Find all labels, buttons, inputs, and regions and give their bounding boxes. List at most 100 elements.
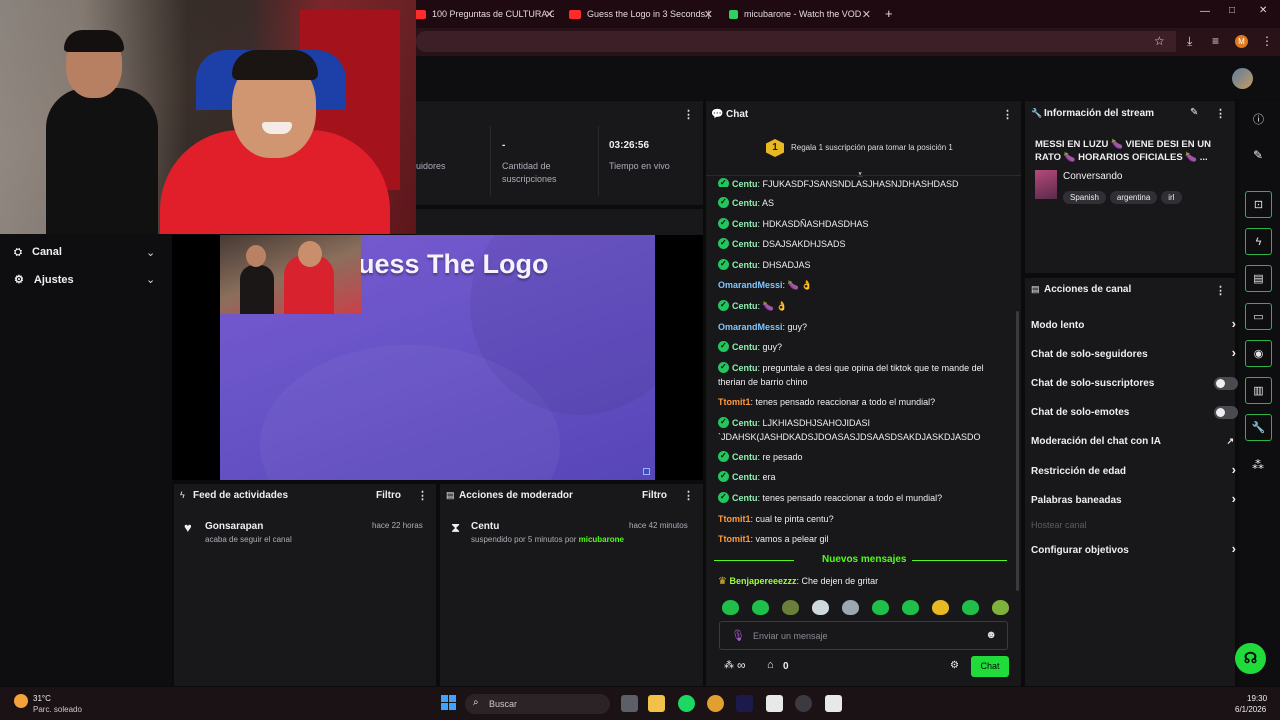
chat-username[interactable]: Centu <box>732 219 758 229</box>
edit-icon[interactable]: ✎ <box>1190 107 1198 118</box>
channel-action-4[interactable]: Moderación del chat con IA ↗ <box>1031 436 1234 447</box>
taskbar-search[interactable]: ⌕ Buscar <box>465 694 610 714</box>
chat-settings-icon[interactable]: ⚙ <box>950 660 959 671</box>
channel-action-3[interactable]: Chat de solo-emotes <box>1031 406 1238 419</box>
tag[interactable]: Spanish <box>1063 191 1106 204</box>
chat-username[interactable]: Benjapereeezzz <box>729 576 796 586</box>
chevron-right-icon[interactable]: › <box>1232 491 1236 506</box>
chat-username[interactable]: Centu <box>732 179 758 187</box>
external-link-icon[interactable]: ↗ <box>1226 436 1234 447</box>
lightning-icon[interactable]: ϟ <box>1245 228 1272 255</box>
chat-bubble-icon[interactable]: ▭ <box>1245 303 1272 330</box>
chat-username[interactable]: Centu <box>732 418 758 428</box>
mic-icon[interactable]: 🎙 <box>731 629 745 642</box>
chat-username[interactable]: Centu <box>732 452 758 462</box>
store-icon[interactable]: ⌂ <box>767 659 774 671</box>
chat-username[interactable]: Centu <box>732 363 758 373</box>
channel-action-6[interactable]: Palabras baneadas › <box>1031 491 1236 506</box>
toggle-switch[interactable] <box>1214 406 1238 419</box>
chat-scrollbar[interactable] <box>1016 311 1019 591</box>
chat-username[interactable]: OmarandMessi <box>718 280 783 290</box>
chat-username[interactable]: Centu <box>732 239 758 249</box>
windows-start-icon[interactable] <box>441 695 456 710</box>
chat-username[interactable]: Ttomit1 <box>718 514 751 524</box>
more-options-icon[interactable]: ⋮ <box>683 108 694 121</box>
browser-tab[interactable]: Guess the Logo in 3 Seconds | ✕ <box>569 4 713 24</box>
activity-filter-button[interactable]: Filtro <box>376 490 401 501</box>
channel-action-5[interactable]: Restricción de edad › <box>1031 462 1236 477</box>
channel-points-icon[interactable]: ⁂ <box>1252 458 1264 472</box>
chevron-right-icon[interactable]: › <box>1232 462 1236 477</box>
info-icon[interactable]: ⓘ <box>1253 111 1264 127</box>
chat-username[interactable]: Centu <box>732 493 758 503</box>
screenshot-icon[interactable]: ⊡ <box>1245 191 1272 218</box>
chevron-right-icon[interactable]: › <box>1232 345 1236 360</box>
emote-icon[interactable] <box>992 600 1009 615</box>
browser-tab[interactable]: 100 Preguntas de CULTURA GE ✕ <box>414 4 554 24</box>
download-icon[interactable]: ⤓ <box>1187 34 1192 49</box>
nav-item-canal[interactable]: ⛭ Canal <box>14 246 164 258</box>
user-avatar[interactable] <box>1232 68 1253 89</box>
toggle-switch[interactable] <box>1214 377 1238 390</box>
mod-filter-button[interactable]: Filtro <box>642 490 667 501</box>
support-headset-icon[interactable]: ☊ <box>1235 643 1266 674</box>
chat-username[interactable]: Ttomit1 <box>718 397 751 407</box>
clock-date[interactable]: 6/1/2026 <box>1235 705 1266 714</box>
more-options-icon[interactable]: ⋮ <box>1002 108 1013 121</box>
close-tab-icon[interactable]: ✕ <box>704 8 713 21</box>
obs-icon[interactable] <box>795 695 812 712</box>
chat-username[interactable]: Centu <box>732 198 758 208</box>
chevron-right-icon[interactable]: › <box>1232 541 1236 556</box>
weather-icon[interactable] <box>14 694 28 708</box>
broadcast-icon[interactable]: ◉ <box>1245 340 1272 367</box>
notion-icon[interactable] <box>825 695 842 712</box>
tag[interactable]: argentina <box>1109 191 1158 204</box>
weather-temp[interactable]: 31°C <box>33 694 51 703</box>
mod-action-actor[interactable]: micubarone <box>579 535 624 544</box>
emote-icon[interactable] <box>752 600 769 615</box>
channel-action-1[interactable]: Chat de solo-seguidores › <box>1031 345 1236 360</box>
pencil-icon[interactable]: ✎ <box>1253 148 1263 162</box>
mod-action-user[interactable]: Centu <box>471 521 499 532</box>
tag[interactable]: irl <box>1161 191 1182 204</box>
emote-icon[interactable] <box>782 600 799 615</box>
emote-icon[interactable] <box>812 600 829 615</box>
more-options-icon[interactable]: ⋮ <box>417 489 428 502</box>
premiere-icon[interactable] <box>736 695 753 712</box>
browser-menu-icon[interactable]: ⋮ <box>1261 34 1273 48</box>
minimize-icon[interactable]: — <box>1200 6 1210 17</box>
channel-action-8[interactable]: Configurar objetivos › <box>1031 541 1236 556</box>
chat-input[interactable]: 🎙 Enviar un mensaje ☻ <box>719 621 1008 650</box>
close-tab-icon[interactable]: ✕ <box>545 8 554 21</box>
channel-action-0[interactable]: Modo lento › <box>1031 316 1236 331</box>
send-chat-button[interactable]: Chat <box>971 656 1009 677</box>
emote-icon[interactable] <box>842 600 859 615</box>
emote-icon[interactable] <box>722 600 739 615</box>
close-tab-icon[interactable]: ✕ <box>862 8 871 21</box>
spotify-icon[interactable] <box>678 695 695 712</box>
gift-sub-prompt[interactable]: Regala 1 suscripción para tomar la posic… <box>791 143 953 152</box>
emote-icon[interactable] <box>902 600 919 615</box>
chat-username[interactable]: Centu <box>732 472 758 482</box>
new-tab-button[interactable]: + <box>885 6 893 21</box>
profile-avatar[interactable]: M <box>1235 35 1248 48</box>
channel-points-icon[interactable]: ⁂ <box>724 660 734 671</box>
chat-username[interactable]: Centu <box>732 260 758 270</box>
emote-icon[interactable] <box>932 600 949 615</box>
nav-item-ajustes[interactable]: ⚙ Ajustes <box>14 273 164 287</box>
chevron-down-icon[interactable]: ⌄ <box>146 246 155 259</box>
chat-username[interactable]: Centu <box>732 342 758 352</box>
file-explorer-icon[interactable] <box>648 695 665 712</box>
more-options-icon[interactable]: ⋮ <box>1215 107 1226 120</box>
browser-tab-active[interactable]: micubarone - Watch the VOD ✕ <box>729 4 871 24</box>
activity-user[interactable]: Gonsarapan <box>205 521 263 532</box>
emoji-icon[interactable]: ☻ <box>985 629 997 641</box>
clock-time[interactable]: 19:30 <box>1247 694 1267 703</box>
bookmark-star-icon[interactable]: ☆ <box>1154 34 1165 48</box>
category-name[interactable]: Conversando <box>1063 171 1122 182</box>
media-control-icon[interactable]: ≡ <box>1212 34 1219 48</box>
notion-icon[interactable] <box>766 695 783 712</box>
chevron-down-icon[interactable]: ⌄ <box>146 273 155 286</box>
address-input[interactable] <box>416 31 1176 52</box>
document-icon[interactable]: ▤ <box>1245 265 1272 292</box>
